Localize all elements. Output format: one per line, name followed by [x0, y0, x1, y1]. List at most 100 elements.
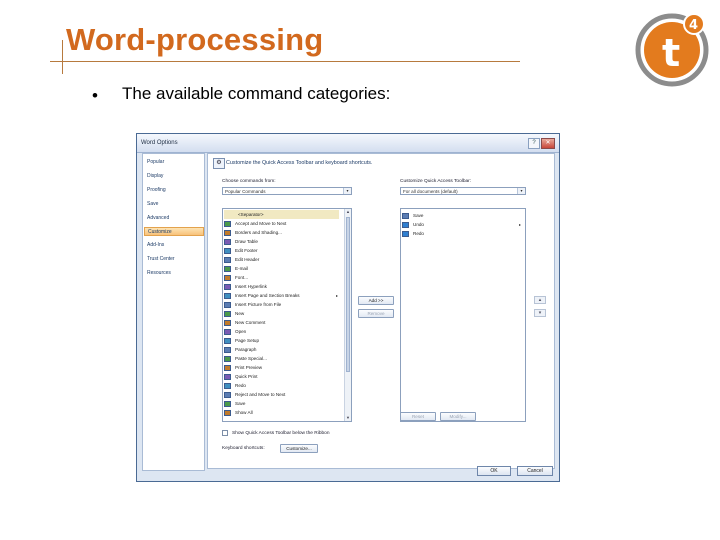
choose-commands-select[interactable]: Popular Commands ▾	[222, 187, 352, 195]
list-item[interactable]: New Comment	[224, 318, 265, 327]
word-options-dialog: Word Options ? ✕ Popular Display Proofin…	[136, 133, 560, 482]
show-below-ribbon-checkbox[interactable]	[222, 430, 228, 436]
choose-commands-label: Choose commands from:	[222, 179, 276, 184]
submenu-arrow-icon: ▸	[519, 222, 522, 227]
list-item[interactable]: Quick Print	[224, 372, 257, 381]
list-item[interactable]: Show All	[224, 408, 253, 417]
commands-list[interactable]: <Separator> Accept and Move to Next Border…	[222, 208, 352, 422]
dialog-titlebar: Word Options ? ✕	[137, 134, 559, 153]
list-item[interactable]: Borders and Shading...	[224, 228, 282, 237]
command-label: Save	[235, 401, 246, 406]
command-icon	[224, 265, 231, 272]
scroll-thumb[interactable]	[346, 217, 350, 372]
command-icon	[224, 328, 231, 335]
command-icon	[224, 382, 231, 389]
list-item[interactable]: Save	[224, 399, 245, 408]
command-label: Edit Header	[235, 257, 260, 262]
move-down-button[interactable]: ▾	[534, 309, 546, 317]
command-label: Open	[235, 329, 247, 334]
reset-button[interactable]: Reset	[400, 412, 436, 421]
command-label: Quick Print	[235, 374, 258, 379]
command-icon	[224, 409, 231, 416]
list-item[interactable]: Font...	[224, 273, 248, 282]
nav-item-display[interactable]: Display	[147, 173, 163, 179]
t4-logo-icon: t 4	[635, 13, 709, 87]
move-up-button[interactable]: ▴	[534, 296, 546, 304]
list-item[interactable]: Undo	[402, 220, 424, 229]
add-button[interactable]: Add >>	[358, 296, 394, 305]
command-icon	[224, 400, 231, 407]
choose-commands-value: Popular Commands	[225, 189, 266, 194]
command-icon	[224, 373, 231, 380]
ok-button[interactable]: OK	[477, 466, 511, 476]
list-item[interactable]: Redo	[224, 381, 246, 390]
toolbar-items-list[interactable]: Save Undo Redo ▸	[400, 208, 526, 422]
list-item[interactable]: Insert Hyperlink	[224, 282, 267, 291]
slide-title: Word-processing	[66, 22, 324, 57]
commands-scrollbar[interactable]: ▲ ▼	[344, 209, 351, 421]
nav-item-trust-center[interactable]: Trust Center	[147, 256, 175, 262]
command-icon	[224, 310, 231, 317]
list-item[interactable]: Insert Page and Section Breaks ▸	[224, 291, 338, 300]
list-item[interactable]: Edit Header	[224, 255, 259, 264]
command-icon	[224, 220, 231, 227]
command-icon	[224, 355, 231, 362]
list-item[interactable]: Edit Footer	[224, 246, 257, 255]
modify-button[interactable]: Modify...	[440, 412, 476, 421]
customize-toolbar-select[interactable]: For all documents (default) ▾	[400, 187, 526, 195]
list-item[interactable]: Reject and Move to Next	[224, 390, 285, 399]
list-item[interactable]: New	[224, 309, 244, 318]
help-button[interactable]: ?	[528, 138, 540, 149]
command-label: Insert Page and Section Breaks	[235, 293, 300, 298]
command-icon	[224, 337, 231, 344]
command-label: Accept and Move to Next	[235, 221, 287, 226]
scroll-down-icon[interactable]: ▼	[345, 415, 351, 421]
list-item[interactable]: E-mail	[224, 264, 248, 273]
command-icon	[224, 229, 231, 236]
nav-item-proofing[interactable]: Proofing	[147, 187, 166, 193]
command-icon	[224, 292, 231, 299]
list-item[interactable]: Insert Picture from File	[224, 300, 281, 309]
options-nav: Popular Display Proofing Save Advanced C…	[142, 153, 205, 471]
list-item[interactable]: Accept and Move to Next	[224, 219, 286, 228]
list-item[interactable]: Page Setup	[224, 336, 259, 345]
list-item[interactable]: Open	[224, 327, 246, 336]
title-accent-vertical	[62, 40, 63, 74]
nav-item-add-ins[interactable]: Add-Ins	[147, 242, 164, 248]
close-button[interactable]: ✕	[541, 138, 555, 149]
list-item[interactable]: Save	[402, 211, 423, 220]
scroll-up-icon[interactable]: ▲	[345, 209, 351, 215]
keyboard-shortcuts-label: Keyboard shortcuts:	[222, 446, 265, 451]
list-item[interactable]: Paste Special...	[224, 354, 267, 363]
command-icon	[224, 391, 231, 398]
nav-item-popular[interactable]: Popular	[147, 159, 164, 165]
logo-letter: t	[662, 31, 680, 75]
command-label: Insert Hyperlink	[235, 284, 267, 289]
command-label: Font...	[235, 275, 249, 280]
title-underline	[58, 61, 520, 62]
chevron-down-icon: ▾	[343, 188, 351, 194]
bullet-marker: •	[92, 86, 98, 105]
command-icon	[224, 274, 231, 281]
list-item[interactable]: Print Preview	[224, 363, 262, 372]
command-label: Borders and Shading...	[235, 230, 282, 235]
cancel-button[interactable]: Cancel	[517, 466, 553, 476]
list-item[interactable]: Redo	[402, 229, 424, 238]
command-icon	[224, 238, 231, 245]
customize-toolbar-value: For all documents (default)	[403, 189, 458, 194]
redo-icon	[402, 230, 409, 237]
nav-item-advanced[interactable]: Advanced	[147, 215, 169, 221]
customize-shortcuts-button[interactable]: Customize...	[280, 444, 318, 453]
command-label: Paste Special...	[235, 356, 267, 361]
undo-icon	[402, 221, 409, 228]
nav-item-resources[interactable]: Resources	[147, 270, 171, 276]
nav-item-customize[interactable]: Customize	[144, 227, 204, 236]
separator-item[interactable]: <Separator>	[224, 210, 339, 219]
command-label: New	[235, 311, 245, 316]
list-item[interactable]: Paragraph	[224, 345, 256, 354]
command-label: Draw Table	[235, 239, 258, 244]
list-item[interactable]: Draw Table	[224, 237, 258, 246]
command-label: <Separator>	[238, 212, 264, 217]
remove-button[interactable]: Remove	[358, 309, 394, 318]
nav-item-save[interactable]: Save	[147, 201, 158, 207]
